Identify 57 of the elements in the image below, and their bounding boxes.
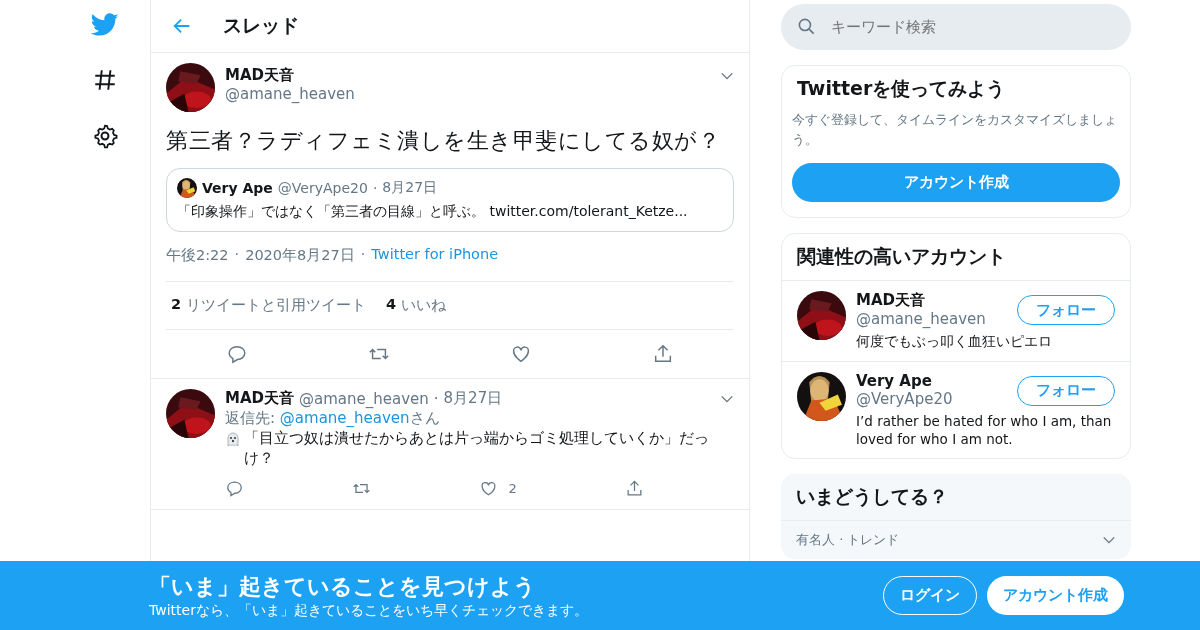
user-name[interactable]: MAD天音 <box>856 291 1017 311</box>
tweet-time: 午後2:22 <box>166 246 229 265</box>
user-handle[interactable]: @amane_heaven <box>856 310 1017 329</box>
user-name[interactable]: Very Ape <box>856 371 1017 390</box>
chevron-down-icon[interactable] <box>1102 534 1116 545</box>
reply-icon[interactable] <box>225 479 244 499</box>
like-count: 2 <box>508 481 517 497</box>
quote-text: 「印象操作」ではなく「第三者の目線」と呼ぶ。 twitter.com/tolerant_Ketze... <box>177 203 689 221</box>
user-name: Very Ape <box>202 180 273 196</box>
ghost-icon <box>225 431 241 447</box>
stat-label[interactable]: いいね <box>401 296 447 315</box>
search-field[interactable]: キーワード検索 <box>781 4 1131 50</box>
user-name[interactable]: MAD天音 <box>225 389 294 408</box>
chevron-down-icon[interactable] <box>720 393 734 404</box>
chevron-down-icon[interactable] <box>720 71 734 81</box>
source-link[interactable]: Twitter for iPhone <box>371 246 499 265</box>
card-title: Twitterを使ってみよう <box>796 76 1007 101</box>
separator-dot: · <box>433 389 439 408</box>
share-icon[interactable] <box>652 343 674 365</box>
user-bio: 何度でもぶっ叩く血狂いピエロ <box>856 332 1053 351</box>
user-name[interactable]: MAD天音 <box>225 66 710 85</box>
reply-to-line: 返信先: @amane_heavenさん <box>225 409 441 428</box>
follow-button[interactable]: フォロー <box>1017 295 1115 326</box>
stat-label[interactable]: リツイートと引用ツイート <box>186 296 367 315</box>
tweet-date: 2020年8月27日 <box>245 246 355 265</box>
signup-button[interactable]: アカウント作成 <box>987 576 1124 615</box>
card-text: 今すぐ登録して、タイムラインをカスタマイズしましょう。 <box>792 111 1118 150</box>
banner-title: 「いま」起きていることを見つけよう <box>149 572 537 601</box>
tweet-date: 8月27日 <box>443 389 503 408</box>
follow-button[interactable]: フォロー <box>1017 375 1115 406</box>
user-handle[interactable]: @VeryApe20 <box>856 389 1017 408</box>
reply-text: 「目立つ奴は潰せたからあとは片っ端からゴミ処理していくか」だっけ？ <box>244 429 710 469</box>
settings-icon[interactable] <box>92 123 118 149</box>
user-bio: I’d rather be hated for who I am, than loved for who I am not. <box>856 411 1113 448</box>
trend-context: 有名人 · トレンド <box>796 530 900 549</box>
card-title: いまどうしてる？ <box>781 473 1131 521</box>
hashtag-icon[interactable] <box>92 67 118 93</box>
mention-link[interactable]: @amane_heaven <box>279 409 410 427</box>
user-handle[interactable]: @amane_heaven <box>225 85 710 103</box>
card-title: 関連性の高いアカウント <box>782 234 1130 282</box>
create-account-button[interactable]: アカウント作成 <box>792 163 1120 203</box>
user-handle[interactable]: @amane_heaven <box>299 389 429 408</box>
stat-count: 4 <box>386 296 397 314</box>
user-handle: @VeryApe20 <box>277 180 368 196</box>
stat-count: 2 <box>171 296 182 314</box>
tweet-date: 8月27日 <box>382 179 438 197</box>
heart-icon[interactable] <box>510 343 532 365</box>
separator-dot: · <box>234 246 240 264</box>
banner-subtitle: Twitterなら、「いま」起きていることをいち早くチェックできます。 <box>149 601 588 620</box>
quote-tweet-card[interactable]: Very Ape @VeryApe20 · 8月27日 「印象操作」ではなく「第三者の目線」と呼ぶ。 twitter.com/tolerant_Ketze... <box>166 168 734 232</box>
separator-dot: · <box>360 246 366 264</box>
tweet-text: 第三者？ラディフェミ潰しを生き甲斐にしてる奴が？ <box>166 127 721 155</box>
reply-icon[interactable] <box>226 343 248 365</box>
separator-dot: · <box>372 180 378 196</box>
search-icon <box>797 17 816 36</box>
page-title: スレッド <box>223 13 299 38</box>
bird-logo-icon[interactable] <box>91 13 119 37</box>
